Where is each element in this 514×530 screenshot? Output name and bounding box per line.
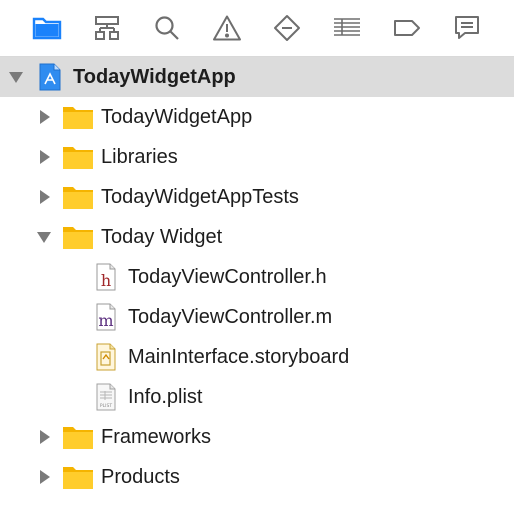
disclosure-collapsed-icon[interactable] <box>37 469 53 485</box>
plist-file-icon: PLIST <box>90 383 122 411</box>
file-label: MainInterface.storyboard <box>128 346 350 368</box>
report-bubble-icon[interactable] <box>452 13 482 43</box>
disclosure-expanded-icon[interactable] <box>8 69 24 85</box>
folder-icon <box>62 223 94 251</box>
tree-row-project[interactable]: TodayWidgetApp <box>0 57 514 97</box>
group-label: TodayWidgetAppTests <box>101 186 299 208</box>
header-file-icon: h <box>90 263 122 291</box>
test-diamond-icon[interactable] <box>272 13 302 43</box>
search-icon[interactable] <box>152 13 182 43</box>
tree-row-group[interactable]: Frameworks <box>0 417 514 457</box>
hierarchy-icon[interactable] <box>92 13 122 43</box>
breakpoint-tag-icon[interactable] <box>392 13 422 43</box>
group-label: Frameworks <box>101 426 212 448</box>
tree-row-group[interactable]: Today Widget <box>0 217 514 257</box>
group-label: Products <box>101 466 180 488</box>
tree-row-file[interactable]: PLIST Info.plist <box>0 377 514 417</box>
disclosure-collapsed-icon[interactable] <box>37 149 53 165</box>
folder-icon <box>62 143 94 171</box>
project-navigator: TodayWidgetApp TodayWidgetApp Libraries … <box>0 0 514 530</box>
objc-file-icon: m <box>90 303 122 331</box>
group-label: TodayWidgetApp <box>101 106 253 128</box>
folder-icon <box>62 183 94 211</box>
project-label: TodayWidgetApp <box>73 66 236 88</box>
file-label: Info.plist <box>128 386 203 408</box>
folder-icon <box>62 463 94 491</box>
group-label: Today Widget <box>101 226 223 248</box>
tree-row-group[interactable]: Products <box>0 457 514 497</box>
objc-glyph: m <box>98 311 113 330</box>
storyboard-file-icon <box>90 343 122 371</box>
tree-row-file[interactable]: m TodayViewController.m <box>0 297 514 337</box>
file-label: TodayViewController.h <box>128 266 327 288</box>
group-label: Libraries <box>101 146 178 168</box>
tree-row-file[interactable]: h TodayViewController.h <box>0 257 514 297</box>
header-glyph: h <box>101 271 111 290</box>
tree-row-group[interactable]: TodayWidgetApp <box>0 97 514 137</box>
tree-row-group[interactable]: TodayWidgetAppTests <box>0 177 514 217</box>
disclosure-expanded-icon[interactable] <box>36 229 52 245</box>
disclosure-collapsed-icon[interactable] <box>37 109 53 125</box>
warning-icon[interactable] <box>212 13 242 43</box>
navigator-toolbar <box>0 0 514 57</box>
disclosure-collapsed-icon[interactable] <box>37 429 53 445</box>
tree-row-file[interactable]: MainInterface.storyboard <box>0 337 514 377</box>
plist-glyph: PLIST <box>100 403 112 409</box>
disclosure-collapsed-icon[interactable] <box>37 189 53 205</box>
folder-icon <box>62 423 94 451</box>
debug-list-icon[interactable] <box>332 13 362 43</box>
file-label: TodayViewController.m <box>128 306 333 328</box>
folder-icon <box>62 103 94 131</box>
xcode-project-icon <box>34 63 66 91</box>
tree-row-group[interactable]: Libraries <box>0 137 514 177</box>
project-navigator-folder-icon[interactable] <box>32 13 62 43</box>
